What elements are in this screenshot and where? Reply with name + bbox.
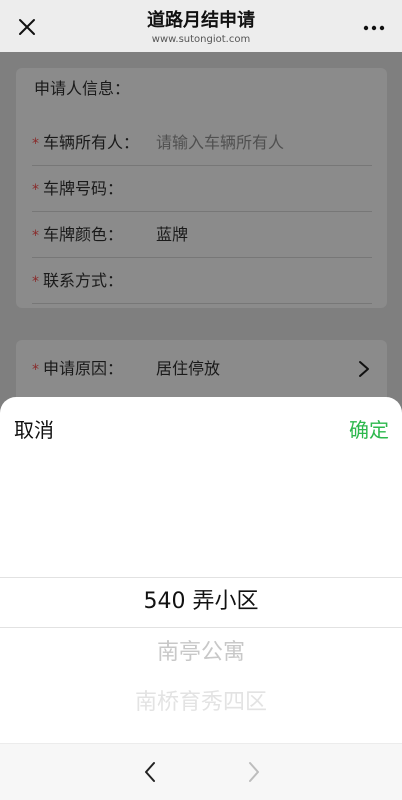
picker-option-selected[interactable]: 540 弄小区 [0,587,402,617]
plate-number-row[interactable]: * 车牌号码： [32,166,372,212]
page-title: 道路月结申请 [147,10,255,31]
more-icon [363,25,385,31]
nav-back-icon [145,762,155,782]
picker-bottom-line [0,627,402,628]
reason-row[interactable]: * 申请原因： 居住停放 [32,346,372,392]
reason-label: 申请原因： [43,359,124,378]
chevron-right-icon [359,361,369,377]
nav-back-button[interactable] [138,760,162,784]
page-subtitle: www.sutongiot.com [151,34,251,45]
owner-input[interactable]: 请输入车辆所有人 [156,132,284,154]
owner-row[interactable]: * 车辆所有人： 请输入车辆所有人 [32,120,372,166]
picker-option[interactable]: 南桥育秀四区 [0,688,402,718]
more-button[interactable] [360,14,388,42]
cancel-button[interactable]: 取消 [14,417,54,443]
picker-wheel[interactable]: 540 弄小区 南亭公寓 南桥育秀四区 [0,457,402,743]
top-bar: 道路月结申请 www.sutongiot.com [0,0,402,52]
confirm-button[interactable]: 确定 [349,417,389,443]
picker-sheet: 取消 确定 540 弄小区 南亭公寓 南桥育秀四区 [0,397,402,800]
contact-label: 联系方式： [43,271,124,290]
contact-row[interactable]: * 联系方式： [32,258,372,304]
applicant-card: 申请人信息： * 车辆所有人： 请输入车辆所有人 * 车牌号码： * 车牌颜色： 蓝牌… [16,68,387,308]
title-area: 道路月结申请 www.sutongiot.com [0,10,402,47]
required-mark: * [32,362,39,378]
plate-color-label: 车牌颜色： [43,225,124,244]
plate-color-value[interactable]: 蓝牌 [156,224,188,246]
plate-color-row[interactable]: * 车牌颜色： 蓝牌 [32,212,372,258]
plate-number-label: 车牌号码： [43,179,124,198]
required-mark: * [32,274,39,290]
reason-value[interactable]: 居住停放 [156,358,220,380]
nav-forward-button[interactable] [242,760,266,784]
section-title: 申请人信息： [34,79,131,98]
owner-label: 车辆所有人： [43,133,140,152]
browser-nav-bar [0,743,402,800]
required-mark: * [32,136,39,152]
required-mark: * [32,182,39,198]
nav-forward-icon [249,762,259,782]
picker-top-line [0,577,402,578]
form-page: 申请人信息： * 车辆所有人： 请输入车辆所有人 * 车牌号码： * 车牌颜色： 蓝牌… [0,52,402,420]
picker-option[interactable]: 南亭公寓 [0,638,402,668]
required-mark: * [32,228,39,244]
